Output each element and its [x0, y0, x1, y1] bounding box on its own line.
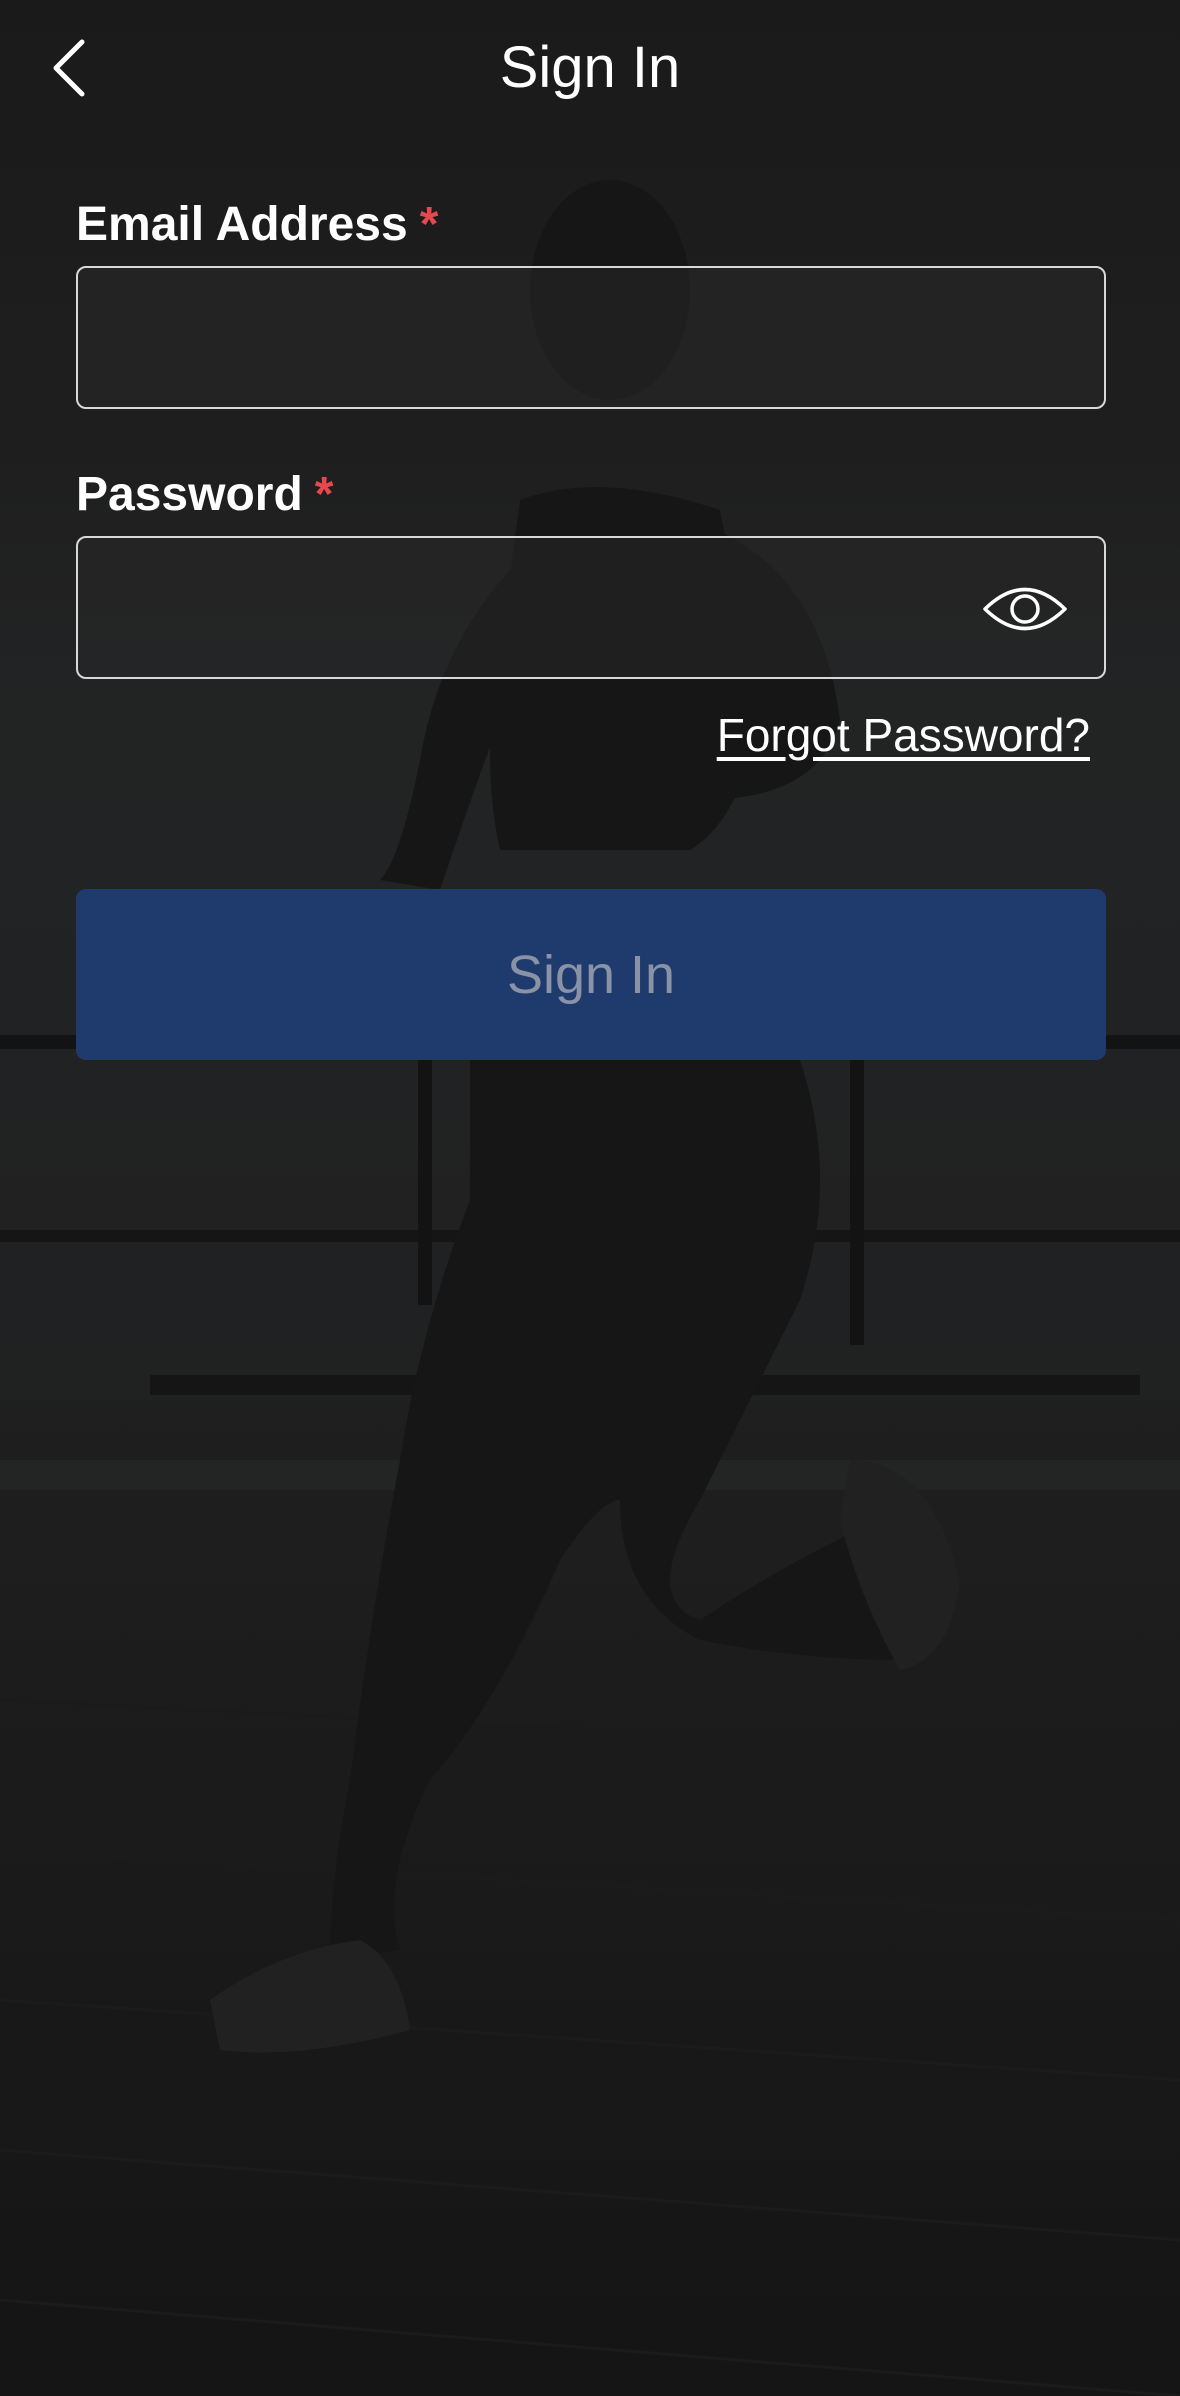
- email-label-text: Email Address: [76, 198, 408, 251]
- forgot-password-link[interactable]: Forgot Password?: [717, 705, 1090, 765]
- page-title: Sign In: [499, 35, 681, 100]
- show-password-toggle[interactable]: [982, 582, 1068, 636]
- required-mark: *: [314, 468, 334, 521]
- password-label: Password *: [76, 465, 333, 525]
- email-field-box[interactable]: [76, 266, 1106, 409]
- sign-in-button[interactable]: Sign In: [76, 889, 1106, 1060]
- password-field-box[interactable]: [76, 536, 1106, 679]
- password-field[interactable]: [108, 538, 992, 679]
- password-label-text: Password: [76, 468, 303, 521]
- email-label: Email Address *: [76, 195, 438, 255]
- header-bar: Sign In: [0, 0, 1180, 135]
- required-mark: *: [419, 198, 439, 251]
- sign-in-screen: Sign In Email Address * Password * Forgot …: [0, 0, 1180, 2396]
- email-field[interactable]: [108, 268, 992, 409]
- eye-icon: [983, 587, 1067, 631]
